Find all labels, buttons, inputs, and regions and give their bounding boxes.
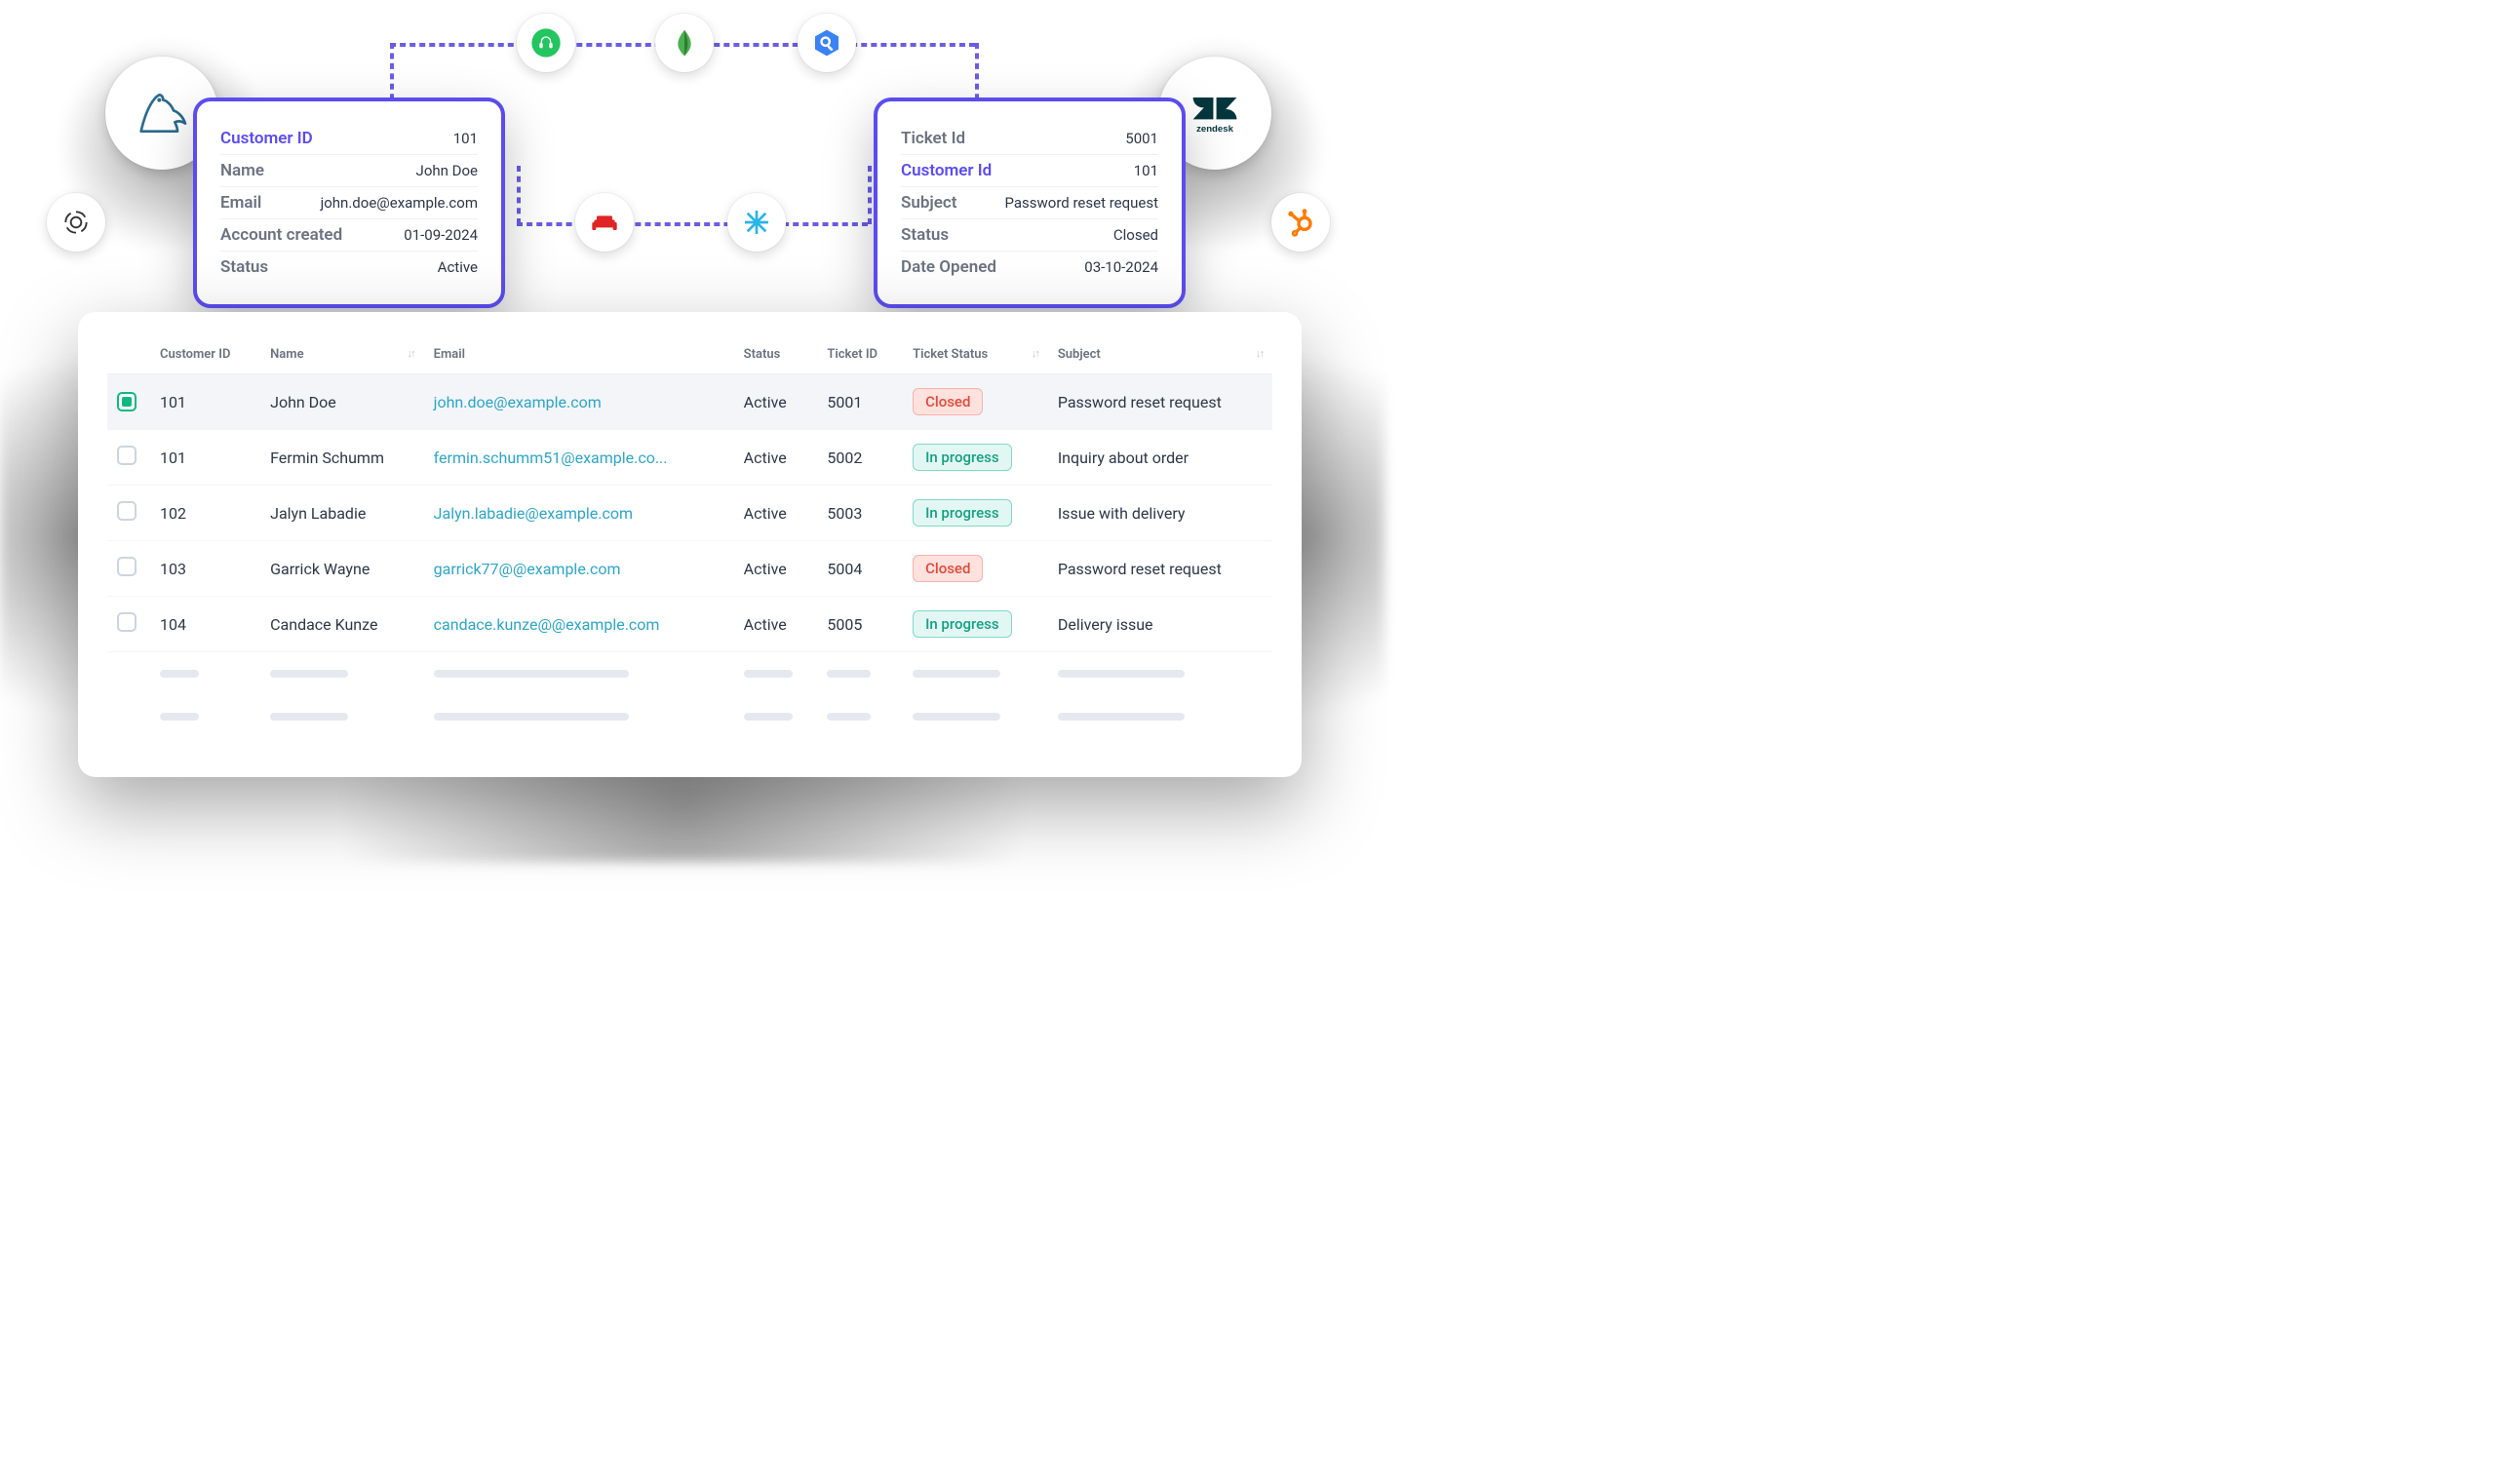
cell-email[interactable]: candace.kunze@@example.com: [424, 597, 734, 652]
cell-subject: Password reset request: [1048, 374, 1272, 430]
cell-email[interactable]: garrick77@@example.com: [424, 541, 734, 597]
ticket-card: Ticket Id5001 Customer Id101 SubjectPass…: [874, 98, 1186, 308]
cell-ticket-id: 5002: [817, 430, 903, 486]
row-checkbox[interactable]: [117, 392, 136, 411]
customer-card-value: 101: [453, 130, 478, 147]
col-subject[interactable]: Subject↓↑: [1048, 335, 1272, 374]
row-checkbox[interactable]: [117, 612, 136, 632]
bigquery-icon: [798, 14, 856, 72]
cell-ticket-status: In progress: [903, 430, 1048, 486]
col-ticket-id[interactable]: Ticket ID: [817, 335, 903, 374]
mongo-icon: [655, 14, 714, 72]
cell-ticket-id: 5003: [817, 486, 903, 541]
row-checkbox[interactable]: [117, 557, 136, 576]
openai-icon: [47, 193, 105, 252]
sort-icon[interactable]: ↓↑: [1256, 347, 1263, 360]
cell-customer-id: 103: [150, 541, 260, 597]
customer-card-label: Customer ID: [220, 129, 313, 148]
cell-name: Garrick Wayne: [260, 541, 424, 597]
cell-name: Jalyn Labadie: [260, 486, 424, 541]
table-row[interactable]: 101Fermin Schummfermin.schumm51@example.…: [107, 430, 1272, 486]
skeleton-row: [107, 652, 1272, 696]
cell-ticket-status: In progress: [903, 597, 1048, 652]
cell-status: Active: [734, 541, 818, 597]
sort-icon[interactable]: ↓↑: [408, 347, 414, 360]
freshdesk-icon: [517, 14, 575, 72]
col-customer-id[interactable]: Customer ID: [150, 335, 260, 374]
row-checkbox[interactable]: [117, 501, 136, 521]
cell-name: Fermin Schumm: [260, 430, 424, 486]
sort-icon[interactable]: ↓↑: [1032, 347, 1038, 360]
data-table-panel: Customer ID Name↓↑ Email Status Ticket I…: [78, 312, 1302, 777]
cell-status: Active: [734, 430, 818, 486]
cell-subject: Delivery issue: [1048, 597, 1272, 652]
hubspot-icon: [1271, 193, 1330, 252]
cell-ticket-id: 5001: [817, 374, 903, 430]
table-row[interactable]: 104Candace Kunzecandace.kunze@@example.c…: [107, 597, 1272, 652]
cell-subject: Issue with delivery: [1048, 486, 1272, 541]
cell-status: Active: [734, 597, 818, 652]
cell-subject: Password reset request: [1048, 541, 1272, 597]
cell-email[interactable]: fermin.schumm51@example.co...: [424, 430, 734, 486]
col-name[interactable]: Name↓↑: [260, 335, 424, 374]
skeleton-row: [107, 695, 1272, 738]
data-table: Customer ID Name↓↑ Email Status Ticket I…: [107, 335, 1272, 738]
col-email[interactable]: Email: [424, 335, 734, 374]
cell-name: John Doe: [260, 374, 424, 430]
couch-icon: [575, 193, 634, 252]
cell-ticket-status: In progress: [903, 486, 1048, 541]
cell-status: Active: [734, 486, 818, 541]
cell-customer-id: 101: [150, 430, 260, 486]
table-row[interactable]: 101John Doejohn.doe@example.comActive500…: [107, 374, 1272, 430]
cell-status: Active: [734, 374, 818, 430]
cell-ticket-id: 5005: [817, 597, 903, 652]
cell-customer-id: 104: [150, 597, 260, 652]
table-row[interactable]: 102Jalyn LabadieJalyn.labadie@example.co…: [107, 486, 1272, 541]
snowflake-icon: [727, 193, 786, 252]
cell-ticket-status: Closed: [903, 374, 1048, 430]
col-ticket-status[interactable]: Ticket Status↓↑: [903, 335, 1048, 374]
cell-customer-id: 101: [150, 374, 260, 430]
cell-email[interactable]: john.doe@example.com: [424, 374, 734, 430]
cell-email[interactable]: Jalyn.labadie@example.com: [424, 486, 734, 541]
row-checkbox[interactable]: [117, 446, 136, 465]
cell-customer-id: 102: [150, 486, 260, 541]
customer-card: Customer ID101 NameJohn Doe Emailjohn.do…: [193, 98, 505, 308]
cell-ticket-id: 5004: [817, 541, 903, 597]
col-status[interactable]: Status: [734, 335, 818, 374]
cell-ticket-status: Closed: [903, 541, 1048, 597]
zendesk-label: zendesk: [1196, 124, 1234, 135]
cell-subject: Inquiry about order: [1048, 430, 1272, 486]
table-row[interactable]: 103Garrick Waynegarrick77@@example.comAc…: [107, 541, 1272, 597]
cell-name: Candace Kunze: [260, 597, 424, 652]
